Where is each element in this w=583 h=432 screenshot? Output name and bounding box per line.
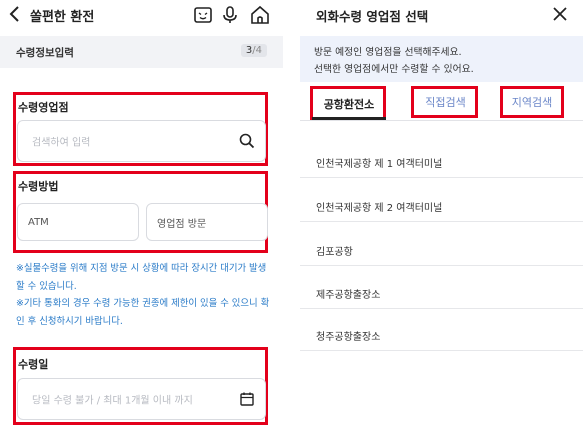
branch-search-input[interactable]: 검색하여 입력 — [17, 120, 266, 162]
date-input[interactable]: 당일 수령 불가 / 최대 1개월 이내 까지 — [17, 378, 266, 420]
list-item-label: 인천국제공항 제 1 여객터미널 — [316, 159, 443, 170]
branch-section-title: 수령영업점 — [18, 101, 69, 114]
date-section-title: 수령일 — [18, 358, 49, 371]
step-counter: 3/4 — [240, 44, 267, 57]
back-arrow-icon[interactable] — [6, 4, 24, 24]
date-placeholder: 당일 수령 불가 / 최대 1개월 이내 까지 — [32, 395, 193, 407]
notice-line: ※실물수령을 위해 지점 방문 시 상황에 따라 장시간 대기가 발생할 수 있… — [16, 263, 267, 292]
tab-direct-highlight-box — [411, 86, 478, 118]
branch-select-screen: 외화수령 영업점 선택 방문 예정인 영업점을 선택해주세요. 선택한 영업점에… — [300, 0, 583, 432]
step-total: /4 — [252, 45, 262, 56]
list-item[interactable]: 인천국제공항 제 2 여객터미널 — [300, 186, 583, 222]
tab-region-highlight-box — [500, 86, 564, 118]
instruction-box: 방문 예정인 영업점을 선택해주세요. 선택한 영업점에서만 수령할 수 있어요… — [300, 36, 583, 82]
home-icon[interactable] — [249, 4, 271, 26]
list-item-label: 인천국제공항 제 2 여객터미널 — [316, 203, 443, 214]
microphone-icon[interactable] — [219, 4, 241, 26]
step-indicator-bar: 수령정보입력 3/4 — [0, 36, 283, 68]
method-section-title: 수령방법 — [18, 180, 59, 193]
tab-divider — [300, 120, 583, 121]
list-item-label: 제주공항출장소 — [316, 290, 381, 301]
exchange-receipt-form-screen: 쏠편한 환전 수령정보입력 3/4 수령영업점 검색하여 입력 수령방법 ATM… — [0, 0, 283, 432]
notice-text: ※실물수령을 위해 지점 방문 시 상황에 따라 장시간 대기가 발생할 수 있… — [16, 260, 274, 330]
calendar-icon[interactable] — [239, 391, 255, 407]
search-icon[interactable] — [239, 133, 255, 149]
method-option-branch-visit[interactable]: 영업점 방문 — [146, 203, 268, 241]
branch-select-title: 외화수령 영업점 선택 — [316, 9, 429, 24]
tab-airport-highlight-box — [310, 86, 386, 120]
instruction-line: 선택한 영업점에서만 수령할 수 있어요. — [314, 64, 474, 75]
step-label: 수령정보입력 — [16, 47, 74, 59]
branch-search-placeholder: 검색하여 입력 — [32, 137, 91, 149]
page-title: 쏠편한 환전 — [30, 10, 95, 25]
method-option-atm[interactable]: ATM — [17, 203, 139, 241]
list-item[interactable]: 청주공항출장소 — [300, 315, 583, 351]
list-item[interactable]: 김포공항 — [300, 230, 583, 266]
left-header: 쏠편한 환전 — [0, 0, 283, 30]
list-item[interactable]: 인천국제공항 제 1 여객터미널 — [300, 142, 583, 178]
chat-icon[interactable] — [192, 4, 214, 26]
close-icon[interactable] — [550, 4, 570, 24]
list-item[interactable]: 제주공항출장소 — [300, 273, 583, 309]
notice-line: ※기타 통화의 경우 수령 가능한 권종에 제한이 있을 수 있으니 확인 후 … — [16, 298, 270, 327]
instruction-line: 방문 예정인 영업점을 선택해주세요. — [314, 47, 462, 58]
list-item-label: 청주공항출장소 — [316, 332, 381, 343]
list-item-label: 김포공항 — [316, 247, 353, 258]
